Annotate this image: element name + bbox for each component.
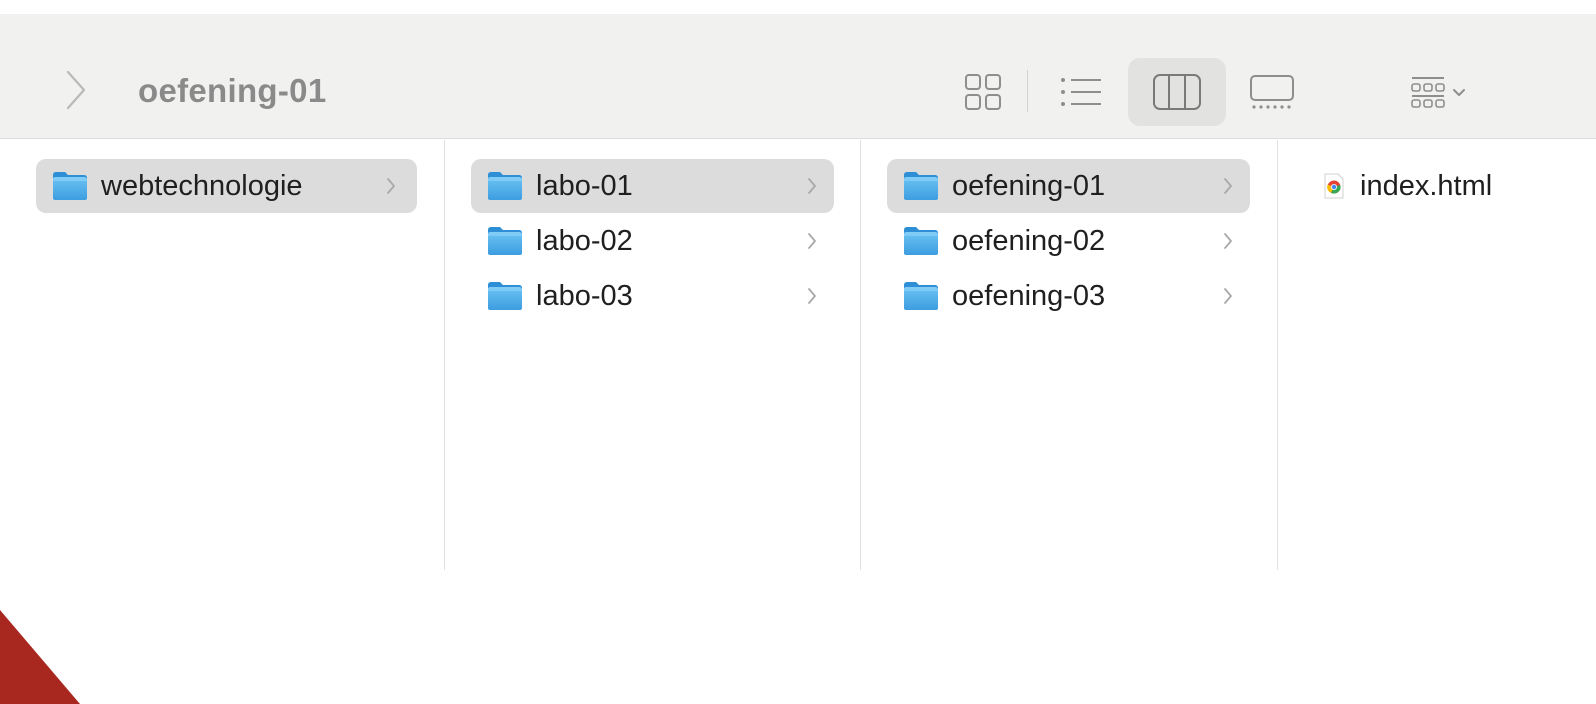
chevron-left-icon[interactable] bbox=[60, 66, 90, 114]
list-icon bbox=[1061, 78, 1101, 106]
file-row-index-html[interactable]: index.html bbox=[1322, 159, 1594, 213]
browser-column-1: webtechnologie bbox=[0, 140, 444, 570]
folder-name: oefening-02 bbox=[952, 224, 1106, 257]
chevron-right-icon bbox=[1222, 176, 1234, 196]
column-view-button[interactable] bbox=[1128, 58, 1226, 126]
gallery-icon bbox=[1250, 75, 1294, 109]
folder-name: oefening-01 bbox=[952, 169, 1106, 202]
gallery-view-button[interactable] bbox=[1242, 58, 1302, 126]
folder-name: oefening-03 bbox=[952, 279, 1106, 312]
browser-column-3: oefening-01 oefening-02 oefening-03 bbox=[861, 140, 1277, 570]
folder-icon bbox=[902, 170, 940, 202]
browser-column-4: index.html bbox=[1278, 140, 1596, 570]
folder-row-labo-03[interactable]: labo-03 bbox=[471, 269, 834, 323]
folder-row-labo-01[interactable]: labo-01 bbox=[471, 159, 834, 213]
chevron-right-icon bbox=[806, 231, 818, 251]
chevron-right-icon bbox=[1222, 286, 1234, 306]
toolbar-divider bbox=[1027, 70, 1028, 112]
folder-row-oefening-02[interactable]: oefening-02 bbox=[887, 214, 1250, 268]
folder-name: labo-01 bbox=[536, 169, 633, 202]
folder-icon bbox=[486, 225, 524, 257]
file-name: index.html bbox=[1360, 169, 1493, 202]
folder-name: labo-02 bbox=[536, 224, 633, 257]
window-title: oefening-01 bbox=[138, 72, 327, 109]
chevron-right-icon bbox=[1222, 231, 1234, 251]
folder-name: labo-03 bbox=[536, 279, 633, 312]
columns-icon bbox=[1153, 74, 1201, 110]
chevron-right-icon bbox=[385, 176, 397, 196]
grid-icon bbox=[965, 74, 1001, 110]
finder-window: oefening-01 webtechnologie labo-01 labo-… bbox=[0, 0, 1596, 704]
icon-view-button[interactable] bbox=[950, 58, 1016, 126]
corner-decoration bbox=[0, 610, 80, 704]
folder-row-oefening-03[interactable]: oefening-03 bbox=[887, 269, 1250, 323]
folder-row-labo-02[interactable]: labo-02 bbox=[471, 214, 834, 268]
chrome-html-icon bbox=[1324, 173, 1344, 199]
folder-icon bbox=[51, 170, 89, 202]
folder-icon bbox=[486, 170, 524, 202]
group-grid-icon bbox=[1411, 77, 1465, 108]
chevron-right-icon bbox=[806, 286, 818, 306]
folder-name: webtechnologie bbox=[101, 169, 303, 202]
toolbar: oefening-01 bbox=[0, 14, 1596, 139]
browser-column-2: labo-01 labo-02 labo-03 bbox=[445, 140, 860, 570]
list-view-button[interactable] bbox=[1046, 58, 1116, 126]
group-by-button[interactable] bbox=[1392, 58, 1476, 126]
chevron-down-icon bbox=[1453, 89, 1465, 96]
folder-icon bbox=[902, 225, 940, 257]
folder-row-webtechnologie[interactable]: webtechnologie bbox=[36, 159, 417, 213]
folder-icon bbox=[902, 280, 940, 312]
folder-row-oefening-01[interactable]: oefening-01 bbox=[887, 159, 1250, 213]
chevron-right-icon bbox=[806, 176, 818, 196]
folder-icon bbox=[486, 280, 524, 312]
